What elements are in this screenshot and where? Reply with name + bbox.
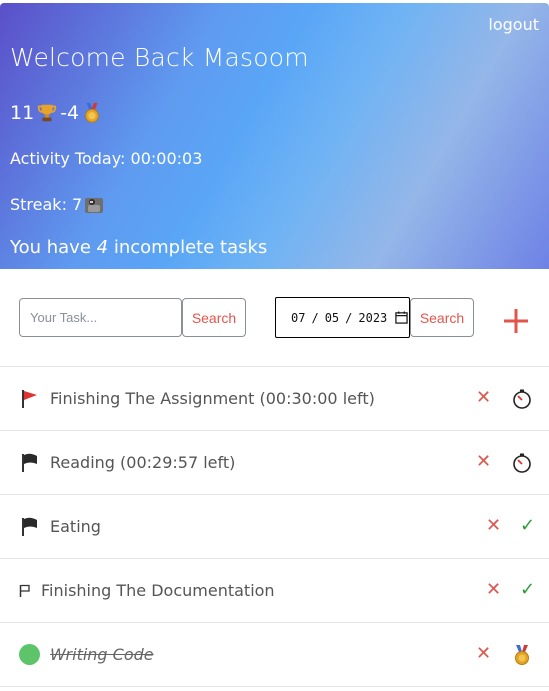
streak-text: Streak: 7	[10, 194, 83, 214]
delete-task-icon[interactable]: ✕	[486, 581, 502, 599]
trophy-count: 11	[10, 102, 35, 124]
task-label: Reading (00:29:57 left)	[50, 453, 236, 472]
delete-task-icon[interactable]: ✕	[476, 389, 492, 407]
task-label: Finishing The Assignment (00:30:00 left)	[50, 389, 375, 408]
small-flag-icon	[19, 584, 30, 597]
incomplete-suffix: incomplete tasks	[108, 237, 268, 258]
medal-icon	[85, 102, 100, 123]
task-toolbar: Search 07 / 05 / 2023 Search	[0, 269, 549, 367]
task-row: Finishing The Assignment (00:30:00 left)…	[0, 367, 549, 431]
task-label: Finishing The Documentation	[41, 581, 275, 600]
app-root: logout Welcome Back Masoom 11 -4 Activit…	[0, 0, 549, 691]
timer-icon[interactable]	[512, 453, 532, 473]
date-sep-1: /	[311, 310, 319, 325]
red-flag-icon	[22, 390, 37, 408]
delete-task-icon[interactable]: ✕	[476, 645, 492, 663]
date-sep-2: /	[345, 310, 353, 325]
header-panel: logout Welcome Back Masoom 11 -4 Activit…	[0, 3, 549, 269]
task-label: Writing Code	[50, 645, 154, 664]
date-day: 05	[324, 310, 340, 325]
streak-line: Streak: 7	[10, 194, 104, 214]
task-row: Eating ✕ ✓	[0, 495, 549, 559]
search-button[interactable]: Search	[182, 298, 246, 337]
score-line: 11 -4	[10, 101, 103, 125]
date-picker[interactable]: 07 / 05 / 2023	[275, 297, 410, 338]
check-icon[interactable]: ✓	[520, 516, 535, 536]
black-flag-icon	[22, 453, 37, 472]
task-label: Eating	[50, 517, 101, 536]
date-year: 2023	[358, 310, 388, 325]
medal-count: -4	[60, 102, 80, 124]
check-icon[interactable]: ✓	[520, 580, 535, 600]
medal-icon[interactable]	[512, 645, 532, 665]
trophy-icon	[38, 104, 57, 122]
timer-icon[interactable]	[512, 389, 532, 409]
logout-link[interactable]: logout	[488, 15, 539, 34]
black-flag-icon	[22, 517, 37, 536]
task-list: Finishing The Assignment (00:30:00 left)…	[0, 367, 549, 687]
incomplete-count: 4	[96, 237, 109, 258]
completed-dot-icon	[19, 644, 40, 665]
incomplete-prefix: You have	[10, 237, 97, 258]
task-row: Reading (00:29:57 left) ✕	[0, 431, 549, 495]
date-search-button[interactable]: Search	[410, 298, 474, 337]
add-task-icon[interactable]	[500, 305, 532, 337]
activity-today: Activity Today: 00:00:03	[10, 149, 203, 168]
delete-task-icon[interactable]: ✕	[476, 453, 492, 471]
welcome-heading: Welcome Back Masoom	[10, 43, 309, 72]
gorilla-icon	[85, 198, 104, 213]
delete-task-icon[interactable]: ✕	[486, 517, 502, 535]
task-row: Writing Code ✕	[0, 623, 549, 687]
task-search-input[interactable]	[19, 298, 182, 337]
task-row: Finishing The Documentation ✕ ✓	[0, 559, 549, 623]
date-month: 07	[291, 310, 306, 325]
calendar-icon[interactable]	[395, 311, 408, 324]
incomplete-summary: You have 4 incomplete tasks	[10, 237, 267, 258]
